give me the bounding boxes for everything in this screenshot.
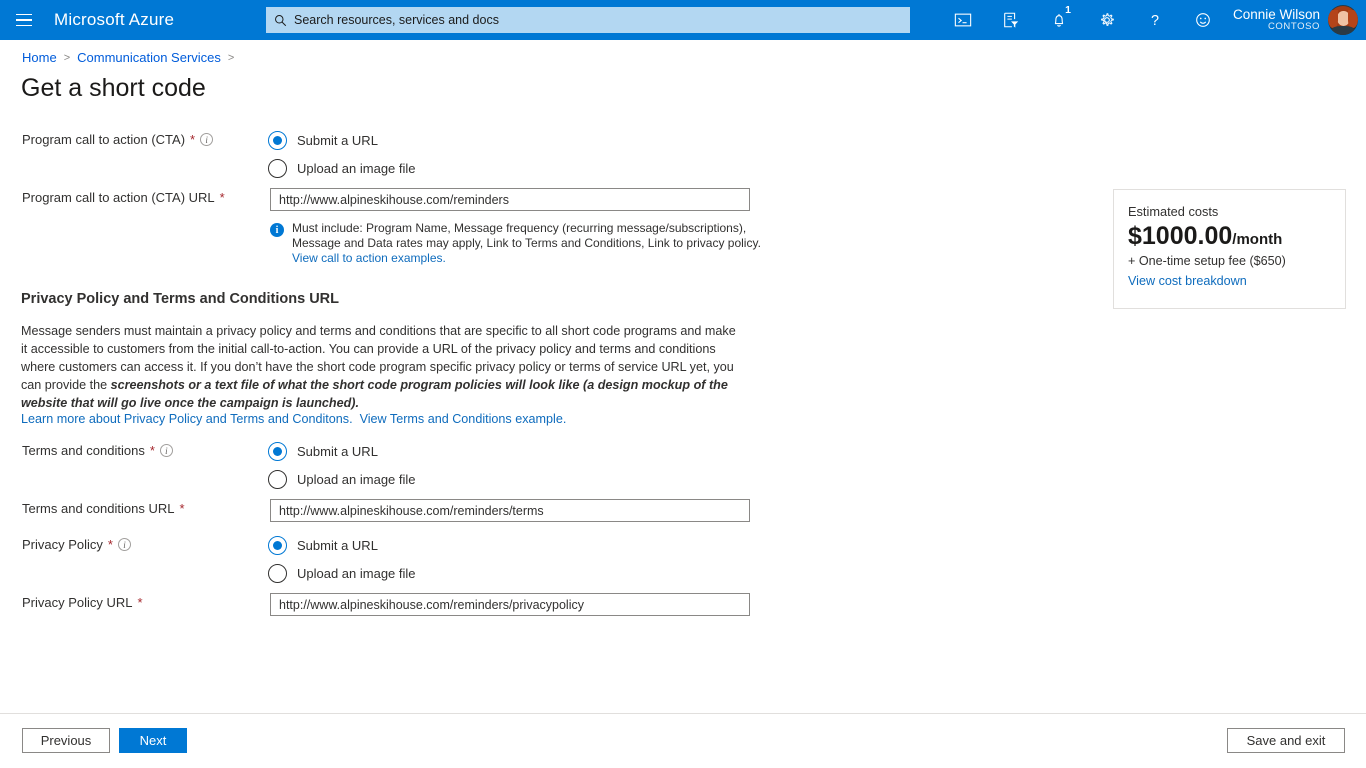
- cta-info-message-body: Must include: Program Name, Message freq…: [292, 221, 761, 250]
- privacy-radio-submit-url-label: Submit a URL: [297, 538, 378, 553]
- learn-more-privacy-link[interactable]: Learn more about Privacy Policy and Term…: [21, 412, 353, 426]
- privacy-url-label-row: Privacy Policy URL *: [22, 595, 143, 610]
- view-terms-example-link[interactable]: View Terms and Conditions example.: [360, 412, 567, 426]
- privacy-policy-radio-group: Submit a URL Upload an image file: [268, 531, 416, 587]
- terms-radio-upload-image[interactable]: Upload an image file: [268, 465, 416, 493]
- cta-radio-upload-image[interactable]: Upload an image file: [268, 154, 416, 182]
- breadcrumb-separator-1: >: [64, 52, 70, 64]
- notification-badge-count: 1: [1065, 5, 1071, 16]
- privacy-policy-label-row: Privacy Policy * i: [22, 537, 131, 552]
- privacy-policy-label: Privacy Policy: [22, 537, 103, 552]
- notifications-bell-icon[interactable]: 1: [1035, 0, 1083, 40]
- cta-label: Program call to action (CTA): [22, 132, 185, 147]
- terms-radio-group: Submit a URL Upload an image file: [268, 437, 416, 493]
- user-account-menu[interactable]: Connie Wilson CONTOSO: [1233, 0, 1366, 40]
- search-icon: [274, 14, 287, 27]
- estimated-costs-title: Estimated costs: [1128, 204, 1331, 219]
- terms-url-required-asterisk: *: [179, 501, 184, 516]
- terms-url-label-row: Terms and conditions URL *: [22, 501, 185, 516]
- cta-radio-submit-url-control[interactable]: [268, 131, 287, 150]
- footer-divider: [0, 713, 1366, 714]
- privacy-paragraph-bold-text: screenshots or a text file of what the s…: [21, 378, 728, 410]
- cta-info-message-text: Must include: Program Name, Message freq…: [292, 221, 770, 266]
- privacy-radio-submit-url-control[interactable]: [268, 536, 287, 555]
- terms-radio-upload-image-control[interactable]: [268, 470, 287, 489]
- help-question-icon[interactable]: ?: [1131, 0, 1179, 40]
- info-circle-icon: i: [270, 223, 284, 237]
- estimated-costs-amount-row: $1000.00/month: [1128, 223, 1331, 251]
- privacy-url-required-asterisk: *: [138, 595, 143, 610]
- cta-url-label-row: Program call to action (CTA) URL *: [22, 190, 225, 205]
- cta-info-message: i Must include: Program Name, Message fr…: [270, 221, 770, 266]
- terms-radio-submit-url[interactable]: Submit a URL: [268, 437, 416, 465]
- privacy-radio-upload-image-label: Upload an image file: [297, 566, 416, 581]
- terms-required-asterisk: *: [150, 443, 155, 458]
- cta-radio-submit-url[interactable]: Submit a URL: [268, 126, 416, 154]
- feedback-smiley-icon[interactable]: [1179, 0, 1227, 40]
- privacy-links-row: Learn more about Privacy Policy and Term…: [21, 412, 566, 426]
- azure-top-header: Microsoft Azure Search resources, servic…: [0, 0, 1366, 40]
- search-input[interactable]: Search resources, services and docs: [266, 7, 910, 33]
- estimated-costs-amount: $1000.00: [1128, 222, 1232, 250]
- terms-url-label: Terms and conditions URL: [22, 501, 174, 516]
- header-icon-group: 1 ? Connie Wilson CONTOSO: [939, 0, 1366, 40]
- avatar-hair-right: [1348, 10, 1358, 28]
- privacy-section-paragraph: Message senders must maintain a privacy …: [21, 322, 743, 412]
- privacy-url-label: Privacy Policy URL: [22, 595, 133, 610]
- page-title: Get a short code: [21, 74, 206, 103]
- cta-url-input[interactable]: [270, 188, 750, 211]
- terms-radio-upload-image-label: Upload an image file: [297, 472, 416, 487]
- cta-label-row: Program call to action (CTA) * i: [22, 132, 213, 147]
- user-org: CONTOSO: [1233, 22, 1320, 33]
- breadcrumb-item-communication-services[interactable]: Communication Services: [77, 50, 221, 65]
- view-cost-breakdown-link[interactable]: View cost breakdown: [1128, 274, 1331, 288]
- breadcrumb-item-home[interactable]: Home: [22, 50, 57, 65]
- cta-info-icon[interactable]: i: [200, 133, 213, 146]
- privacy-section-heading: Privacy Policy and Terms and Conditions …: [21, 291, 339, 307]
- previous-button[interactable]: Previous: [22, 728, 110, 753]
- cta-radio-upload-image-label: Upload an image file: [297, 161, 416, 176]
- save-and-exit-button[interactable]: Save and exit: [1227, 728, 1345, 753]
- breadcrumb: Home > Communication Services >: [22, 50, 234, 65]
- breadcrumb-separator-2: >: [228, 52, 234, 64]
- privacy-policy-info-icon[interactable]: i: [118, 538, 131, 551]
- cta-required-asterisk: *: [190, 132, 195, 147]
- one-time-setup-fee: + One-time setup fee ($650): [1128, 254, 1331, 268]
- terms-info-icon[interactable]: i: [160, 444, 173, 457]
- cta-url-label: Program call to action (CTA) URL: [22, 190, 215, 205]
- privacy-radio-upload-image[interactable]: Upload an image file: [268, 559, 416, 587]
- cloud-shell-icon[interactable]: [939, 0, 987, 40]
- estimated-costs-card: Estimated costs $1000.00/month + One-tim…: [1113, 189, 1346, 309]
- privacy-policy-required-asterisk: *: [108, 537, 113, 552]
- privacy-radio-upload-image-control[interactable]: [268, 564, 287, 583]
- search-placeholder-text: Search resources, services and docs: [294, 13, 499, 27]
- hamburger-menu-icon[interactable]: [0, 0, 48, 40]
- user-name: Connie Wilson: [1233, 7, 1320, 22]
- cta-radio-upload-image-control[interactable]: [268, 159, 287, 178]
- estimated-costs-period: /month: [1232, 231, 1282, 248]
- user-account-text: Connie Wilson CONTOSO: [1233, 7, 1320, 33]
- cta-radio-submit-url-label: Submit a URL: [297, 133, 378, 148]
- terms-label-row: Terms and conditions * i: [22, 443, 173, 458]
- cta-url-required-asterisk: *: [220, 190, 225, 205]
- directory-filter-icon[interactable]: [987, 0, 1035, 40]
- settings-gear-icon[interactable]: [1083, 0, 1131, 40]
- avatar-body: [1332, 26, 1354, 35]
- next-button[interactable]: Next: [119, 728, 187, 753]
- terms-radio-submit-url-label: Submit a URL: [297, 444, 378, 459]
- avatar[interactable]: [1328, 5, 1358, 35]
- cta-radio-group: Submit a URL Upload an image file: [268, 126, 416, 182]
- svg-text:?: ?: [1151, 13, 1159, 29]
- privacy-url-input[interactable]: [270, 593, 750, 616]
- privacy-radio-submit-url[interactable]: Submit a URL: [268, 531, 416, 559]
- view-cta-examples-link[interactable]: View call to action examples.: [292, 251, 446, 265]
- terms-radio-submit-url-control[interactable]: [268, 442, 287, 461]
- brand-title[interactable]: Microsoft Azure: [54, 10, 174, 30]
- terms-url-input[interactable]: [270, 499, 750, 522]
- terms-label: Terms and conditions: [22, 443, 145, 458]
